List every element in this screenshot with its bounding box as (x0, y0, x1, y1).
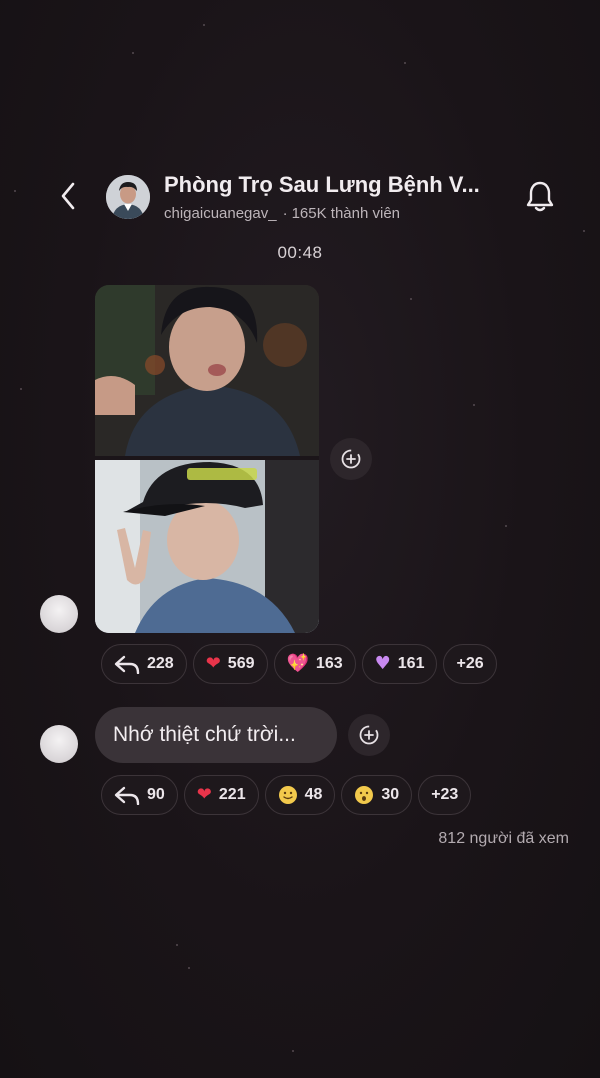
purple-heart-icon: ♥ (374, 653, 391, 674)
reaction-chip[interactable]: ❤ 569 (192, 644, 268, 684)
group-avatar[interactable] (106, 175, 150, 219)
add-reaction-icon (341, 449, 361, 469)
background-speck (404, 62, 406, 64)
add-reaction-button[interactable] (330, 438, 372, 480)
background-speck (20, 388, 22, 390)
more-reactions-chip[interactable]: +23 (418, 775, 472, 815)
reaction-count: 228 (147, 655, 174, 672)
reaction-chip[interactable]: ♥ 161 (361, 644, 438, 684)
sender-avatar[interactable] (40, 595, 78, 633)
background-speck (583, 230, 585, 232)
reaction-count: 569 (227, 655, 255, 672)
reaction-count: 163 (315, 655, 343, 672)
reaction-count: 90 (147, 786, 165, 803)
reaction-row: 228 ❤ 569 💖 163 ♥ 161 +26 (101, 644, 497, 684)
background-speck (132, 52, 134, 54)
reply-icon (114, 655, 140, 674)
group-subtitle: chigaicuanegav_ · 165K thành viên (164, 205, 400, 222)
reaction-count: 30 (381, 786, 400, 803)
seen-count: 812 người đã xem (438, 830, 569, 847)
sender-avatar[interactable] (40, 725, 78, 763)
red-heart-icon: ❤ (205, 653, 221, 674)
reaction-count: 221 (218, 786, 246, 803)
background-speck (176, 944, 178, 946)
message-photo[interactable] (95, 460, 319, 633)
reaction-count: +26 (456, 655, 484, 672)
message-text: Nhớ thiệt chứ trời... (113, 723, 296, 746)
member-count: 165K thành viên (291, 205, 401, 222)
reply-chip[interactable]: 228 (101, 644, 187, 684)
photo-message[interactable] (95, 285, 319, 633)
message-timestamp: 00:48 (277, 243, 323, 262)
smiling-face-icon (278, 786, 297, 804)
text-message-bubble[interactable]: Nhớ thiệt chứ trời... (95, 707, 337, 763)
reaction-count: 161 (397, 655, 425, 672)
reaction-chip[interactable]: 💖 163 (273, 644, 356, 684)
message-photo[interactable] (95, 285, 319, 456)
add-reaction-icon (359, 725, 379, 745)
background-speck (505, 525, 507, 527)
back-button[interactable] (52, 178, 84, 214)
reaction-count: +23 (431, 786, 459, 803)
bell-icon (526, 181, 554, 212)
background-speck (203, 24, 205, 26)
reaction-row: 90 ❤ 221 48 30 +23 (101, 775, 472, 815)
reaction-chip[interactable]: 30 (341, 775, 413, 815)
surprised-face-icon (355, 786, 374, 804)
reaction-chip[interactable]: ❤ 221 (183, 775, 259, 815)
reply-chip[interactable]: 90 (101, 775, 178, 815)
background-speck (410, 298, 412, 300)
background-speck (473, 404, 475, 406)
more-reactions-chip[interactable]: +26 (443, 644, 497, 684)
red-heart-icon: ❤ (196, 784, 212, 805)
background-speck (292, 1050, 294, 1052)
reply-icon (114, 786, 140, 805)
group-title[interactable]: Phòng Trọ Sau Lưng Bệnh V... (164, 172, 516, 198)
notification-button[interactable] (522, 178, 558, 214)
avatar-photo (106, 175, 150, 219)
sparkling-heart-icon: 💖 (286, 653, 309, 674)
separator-dot: · (282, 205, 288, 222)
chat-screen: Phòng Trọ Sau Lưng Bệnh V... chigaicuane… (0, 0, 600, 1078)
background-speck (14, 190, 16, 192)
background-speck (188, 967, 190, 969)
reaction-chip[interactable]: 48 (264, 775, 336, 815)
photo-winking-portrait (95, 285, 319, 456)
reaction-count: 48 (304, 786, 323, 803)
photo-cap-peace-sign (95, 460, 319, 633)
add-reaction-button[interactable] (348, 714, 390, 756)
chevron-left-icon (61, 182, 75, 210)
owner-handle[interactable]: chigaicuanegav_ (164, 205, 277, 222)
